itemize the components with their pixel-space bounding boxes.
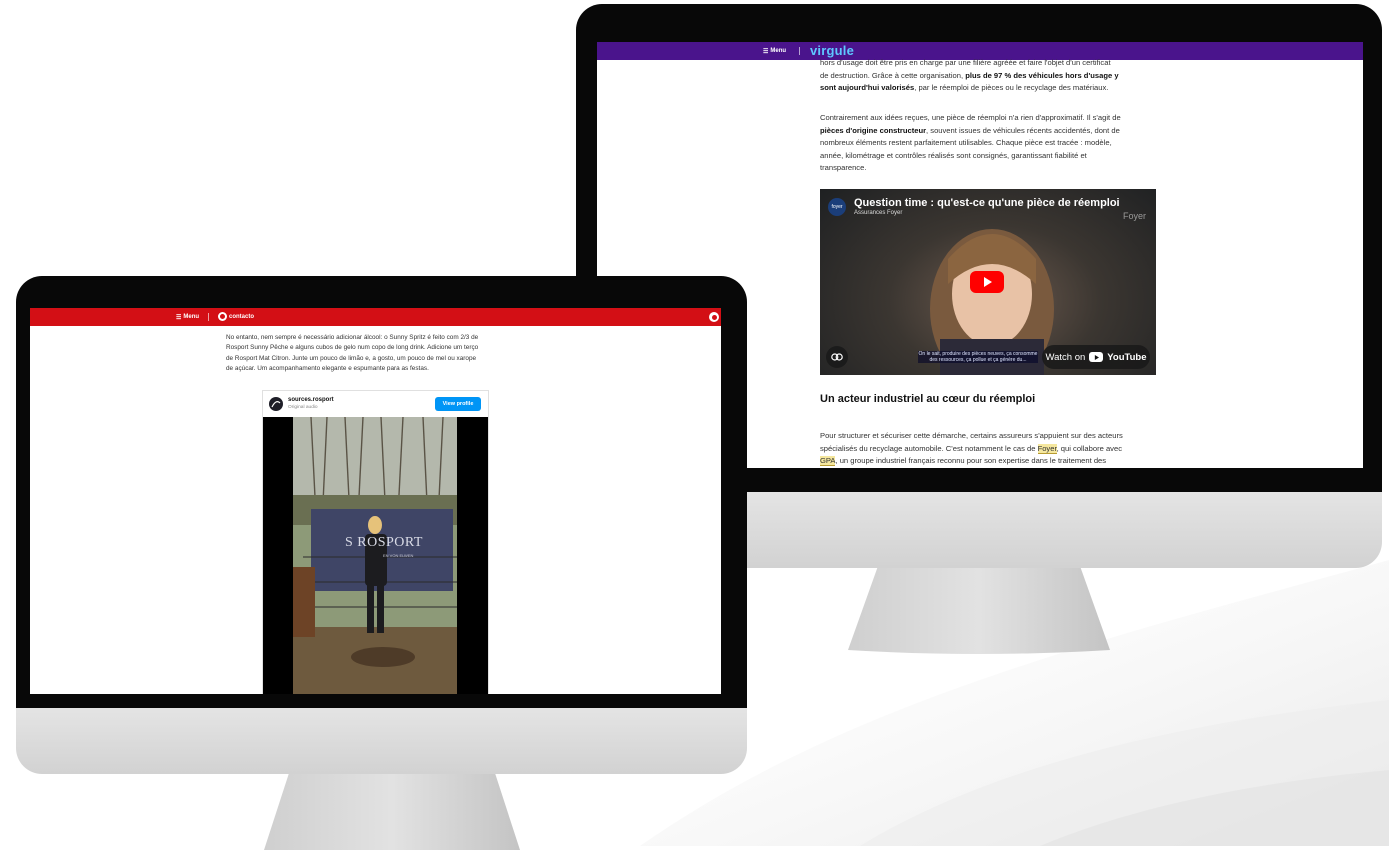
header-separator	[208, 313, 209, 321]
video-watermark: Foyer	[1122, 211, 1146, 221]
article-paragraph: Contrairement aux idées reçues, une pièc…	[820, 113, 1121, 173]
link-gpa[interactable]: GPA	[820, 456, 836, 467]
site-logo[interactable]: virgule	[810, 43, 854, 58]
section-heading: Un acteur industriel au cœur du réemploi	[820, 393, 1036, 405]
menu-label: Menu	[183, 314, 200, 320]
video-frame	[293, 417, 457, 694]
user-avatar-icon[interactable]	[709, 312, 719, 322]
channel-avatar[interactable]: foyer	[828, 198, 846, 216]
header-separator	[799, 47, 800, 55]
link-icon	[831, 353, 843, 361]
rosport-logo-icon	[271, 401, 281, 408]
site-logo[interactable]: contacto	[218, 312, 254, 321]
article-paragraph: Pour structurer et sécuriser cette démar…	[820, 431, 1123, 467]
play-icon	[984, 277, 992, 287]
menu-button[interactable]: ☰ Menu	[176, 314, 199, 321]
screen-contacto: ☰ Menu contacto No entanto, nem sempre é…	[30, 308, 721, 694]
instagram-embed[interactable]: sources.rosport Original audio View prof…	[262, 390, 489, 694]
monitor-stand	[264, 770, 520, 850]
menu-icon: ☰	[176, 314, 182, 321]
youtube-video-embed[interactable]: foyer Question time : qu'est-ce qu'une p…	[820, 189, 1156, 375]
instagram-avatar[interactable]	[269, 397, 283, 411]
view-profile-button[interactable]: View profile	[435, 397, 481, 411]
banner-text: S ROSPORT	[345, 535, 423, 550]
monitor-chin	[16, 708, 747, 774]
instagram-audio-label: Original audio	[288, 405, 318, 410]
video-title[interactable]: Question time : qu'est-ce qu'une pièce d…	[854, 197, 1120, 209]
copy-link-button[interactable]	[826, 346, 848, 368]
banner-subtext: EN VON ELWEN	[383, 553, 414, 558]
monitor-stand	[848, 566, 1110, 654]
menu-icon: ☰	[763, 48, 769, 55]
instagram-account-name[interactable]: sources.rosport	[288, 397, 334, 403]
video-channel[interactable]: Assurances Foyer	[854, 210, 902, 216]
youtube-logo-icon	[1089, 352, 1104, 362]
play-button[interactable]	[970, 271, 1004, 293]
video-caption: On le sait, produire des pièces neuves, …	[918, 351, 1038, 363]
watch-on-youtube-button[interactable]: Watch on YouTube	[1042, 345, 1150, 369]
instagram-video[interactable]: S ROSPORT EN VON ELWEN	[263, 417, 488, 694]
site-header: ☰ Menu contacto	[30, 308, 721, 326]
link-foyer[interactable]: Foyer	[1037, 443, 1057, 454]
menu-button[interactable]: ☰ Menu	[763, 48, 786, 55]
article-paragraph: No entanto, nem sempre é necessário adic…	[226, 334, 479, 372]
article-paragraph: hors d'usage doit être pris en charge pa…	[820, 58, 1119, 93]
contacto-logo-icon	[218, 312, 227, 321]
menu-label: Menu	[770, 48, 787, 54]
